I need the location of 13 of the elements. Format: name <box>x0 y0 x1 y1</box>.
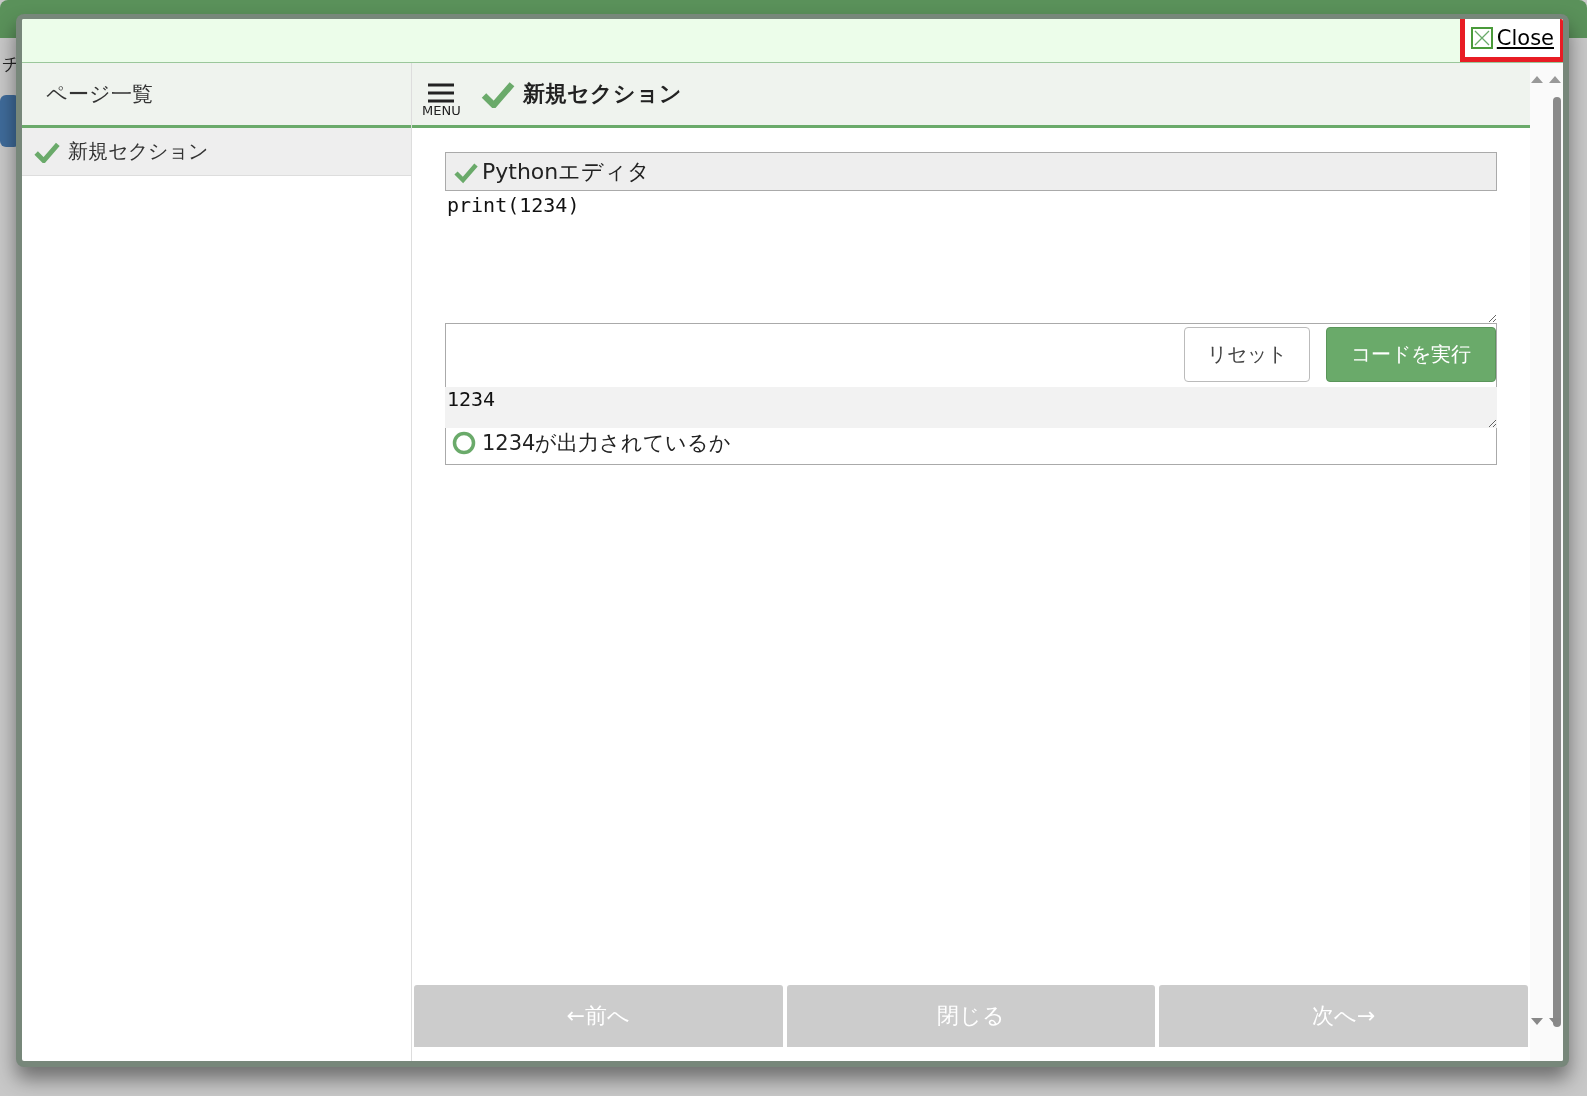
scrollbar-drawing[interactable] <box>1530 63 1563 1061</box>
check-icon <box>34 140 60 163</box>
close-link[interactable]: Close <box>1470 26 1554 50</box>
sidebar-header: ページ一覧 <box>22 63 411 128</box>
output-field[interactable]: 1234 <box>445 387 1497 428</box>
reset-button[interactable]: リセット <box>1184 327 1310 382</box>
editor-title: Pythonエディタ <box>445 152 1497 191</box>
sidebar-item[interactable]: 新規セクション <box>22 128 411 176</box>
menu-button[interactable]: MENU <box>422 82 461 118</box>
page-title: 新規セクション <box>522 80 682 108</box>
check-label: 1234が出力されているか <box>482 430 732 457</box>
menu-icon <box>427 82 456 103</box>
close-icon <box>1470 27 1493 49</box>
